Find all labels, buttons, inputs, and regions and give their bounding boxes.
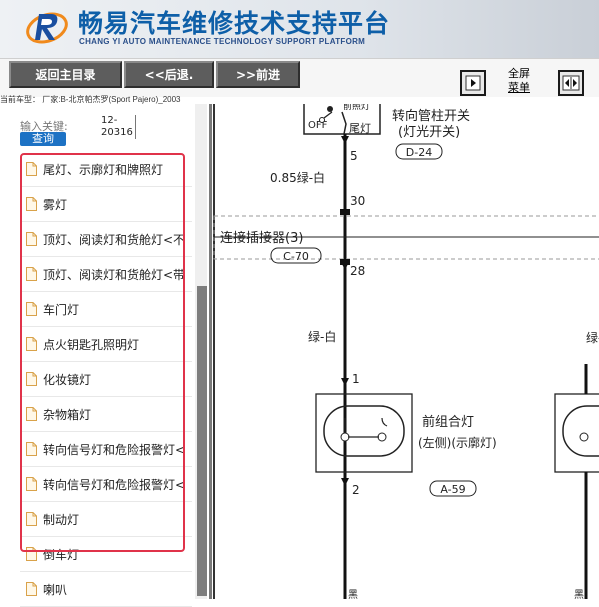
logo-icon bbox=[26, 12, 68, 44]
scrollbar-thumb[interactable] bbox=[197, 286, 207, 596]
list-item[interactable]: 点火钥匙孔照明灯 bbox=[20, 327, 192, 362]
split-arrows-icon bbox=[562, 75, 580, 91]
document-icon bbox=[26, 407, 37, 421]
list-item-label: 喇叭 bbox=[43, 582, 68, 597]
switch-partial-label: 前照灯 bbox=[343, 104, 370, 112]
fullscreen-menu-link[interactable]: 全屏 菜单 bbox=[498, 67, 540, 95]
list-item-label: 雾灯 bbox=[43, 197, 68, 212]
list-item[interactable]: 化妆镜灯 bbox=[20, 362, 192, 397]
switch-off-label: OFF bbox=[308, 120, 328, 131]
lamp-name: 前组合灯 bbox=[422, 414, 474, 430]
document-icon bbox=[26, 547, 37, 561]
switch-code: D-24 bbox=[406, 146, 432, 159]
list-item[interactable]: 转向信号灯和危险报警灯< bbox=[20, 432, 192, 467]
list-item[interactable]: 车门灯 bbox=[20, 292, 192, 327]
list-item-label: 点火钥匙孔照明灯 bbox=[43, 337, 140, 352]
home-button[interactable]: 返回主目录 bbox=[9, 61, 122, 88]
document-icon bbox=[26, 232, 37, 246]
document-icon bbox=[26, 442, 37, 456]
lamp-code: A-59 bbox=[440, 483, 465, 496]
app-header: 畅易汽车维修技术支持平台 CHANG YI AUTO MAINTENANCE T… bbox=[0, 0, 599, 58]
list-item[interactable]: 雾灯 bbox=[20, 187, 192, 222]
back-button[interactable]: <<后退. bbox=[124, 61, 214, 88]
fullscreen-label-line2: 菜单 bbox=[508, 81, 530, 94]
list-item-label: 尾灯、示廓灯和牌照灯 bbox=[43, 162, 164, 177]
list-item[interactable]: 杂物箱灯 bbox=[20, 397, 192, 432]
list-item-label: 杂物箱灯 bbox=[43, 407, 92, 422]
list-item[interactable]: 制动灯 bbox=[20, 502, 192, 537]
list-item[interactable]: 尾灯、示廓灯和牌照灯 bbox=[20, 152, 192, 187]
switch-name: 转向管柱开关 bbox=[392, 108, 470, 124]
document-icon bbox=[26, 302, 37, 316]
connector-code: C-70 bbox=[283, 250, 309, 263]
search-button[interactable]: 查询 bbox=[20, 132, 66, 146]
list-item-label: 制动灯 bbox=[43, 512, 80, 527]
wire-spec-2: 绿-白 bbox=[308, 329, 336, 344]
expand-right-icon bbox=[465, 75, 481, 91]
list-item[interactable]: 顶灯、阅读灯和货舱灯<带 bbox=[20, 257, 192, 292]
app-title: 畅易汽车维修技术支持平台 bbox=[78, 9, 391, 38]
search-input[interactable]: 12- 20316 bbox=[101, 115, 136, 139]
document-icon bbox=[26, 582, 37, 596]
sidebar: 输入关键: 12- 20316 查询 尾灯、示廓灯和牌照灯 雾灯 顶灯、阅读灯和货舱… bbox=[0, 104, 212, 607]
app-subtitle: CHANG YI AUTO MAINTENANCE TECHNOLOGY SUP… bbox=[79, 37, 366, 46]
lamp-subname: (左侧)(示廓灯) bbox=[418, 435, 497, 450]
document-icon bbox=[26, 197, 37, 211]
wiring-diagram: OFF 前照灯 尾灯 转向管柱开关 (灯光开关) 5 D-24 0.85绿-白 … bbox=[212, 104, 599, 599]
ground-label-left: 黑 bbox=[348, 589, 358, 599]
document-icon bbox=[26, 372, 37, 386]
list-item[interactable]: 转向信号灯和危险报警灯< bbox=[20, 467, 192, 502]
pin-28-label: 28 bbox=[350, 264, 365, 278]
ground-label-right: 黑 bbox=[574, 589, 584, 599]
pin-5-label: 5 bbox=[350, 149, 358, 163]
list-item[interactable]: 顶灯、阅读灯和货舱灯<不 bbox=[20, 222, 192, 257]
pin-1-label: 1 bbox=[352, 372, 360, 386]
switch-tail-label: 尾灯 bbox=[349, 122, 371, 135]
document-icon bbox=[26, 267, 37, 281]
pin-30-label: 30 bbox=[350, 194, 365, 208]
list-item-label: 化妆镜灯 bbox=[43, 372, 92, 387]
document-icon bbox=[26, 337, 37, 351]
wiring-diagram-svg: OFF 前照灯 尾灯 转向管柱开关 (灯光开关) 5 D-24 0.85绿-白 … bbox=[213, 104, 599, 599]
collapse-sidebar-button[interactable] bbox=[460, 70, 486, 96]
list-item[interactable]: 喇叭 bbox=[20, 572, 192, 607]
search-value-line2: 20316 bbox=[101, 127, 133, 138]
document-icon bbox=[26, 477, 37, 491]
list-item[interactable]: 倒车灯 bbox=[20, 537, 192, 572]
list-item-label: 顶灯、阅读灯和货舱灯<不 bbox=[43, 232, 186, 247]
topic-list: 尾灯、示廓灯和牌照灯 雾灯顶灯、阅读灯和货舱灯<不 顶灯、阅读灯和货舱灯<带 车门灯点… bbox=[20, 152, 192, 607]
list-item-label: 转向信号灯和危险报警灯< bbox=[43, 442, 186, 457]
fullscreen-button[interactable] bbox=[558, 70, 584, 96]
wire-spec-right: 绿-白 bbox=[586, 330, 599, 345]
list-item-label: 倒车灯 bbox=[43, 547, 80, 562]
switch-subname: (灯光开关) bbox=[398, 125, 460, 140]
connector-name: 连接插接器(3) bbox=[220, 230, 303, 246]
pin-2-label: 2 bbox=[352, 483, 360, 497]
fullscreen-label-line1: 全屏 bbox=[508, 67, 530, 80]
list-item-label: 车门灯 bbox=[43, 302, 80, 317]
wire-spec-1: 0.85绿-白 bbox=[270, 170, 325, 185]
list-item-label: 转向信号灯和危险报警灯< bbox=[43, 477, 186, 492]
search-value-line1: 12- bbox=[101, 115, 118, 126]
list-item-label: 顶灯、阅读灯和货舱灯<带 bbox=[43, 267, 186, 282]
document-icon bbox=[26, 162, 37, 176]
forward-button[interactable]: >>前进 bbox=[216, 61, 300, 88]
document-icon bbox=[26, 512, 37, 526]
